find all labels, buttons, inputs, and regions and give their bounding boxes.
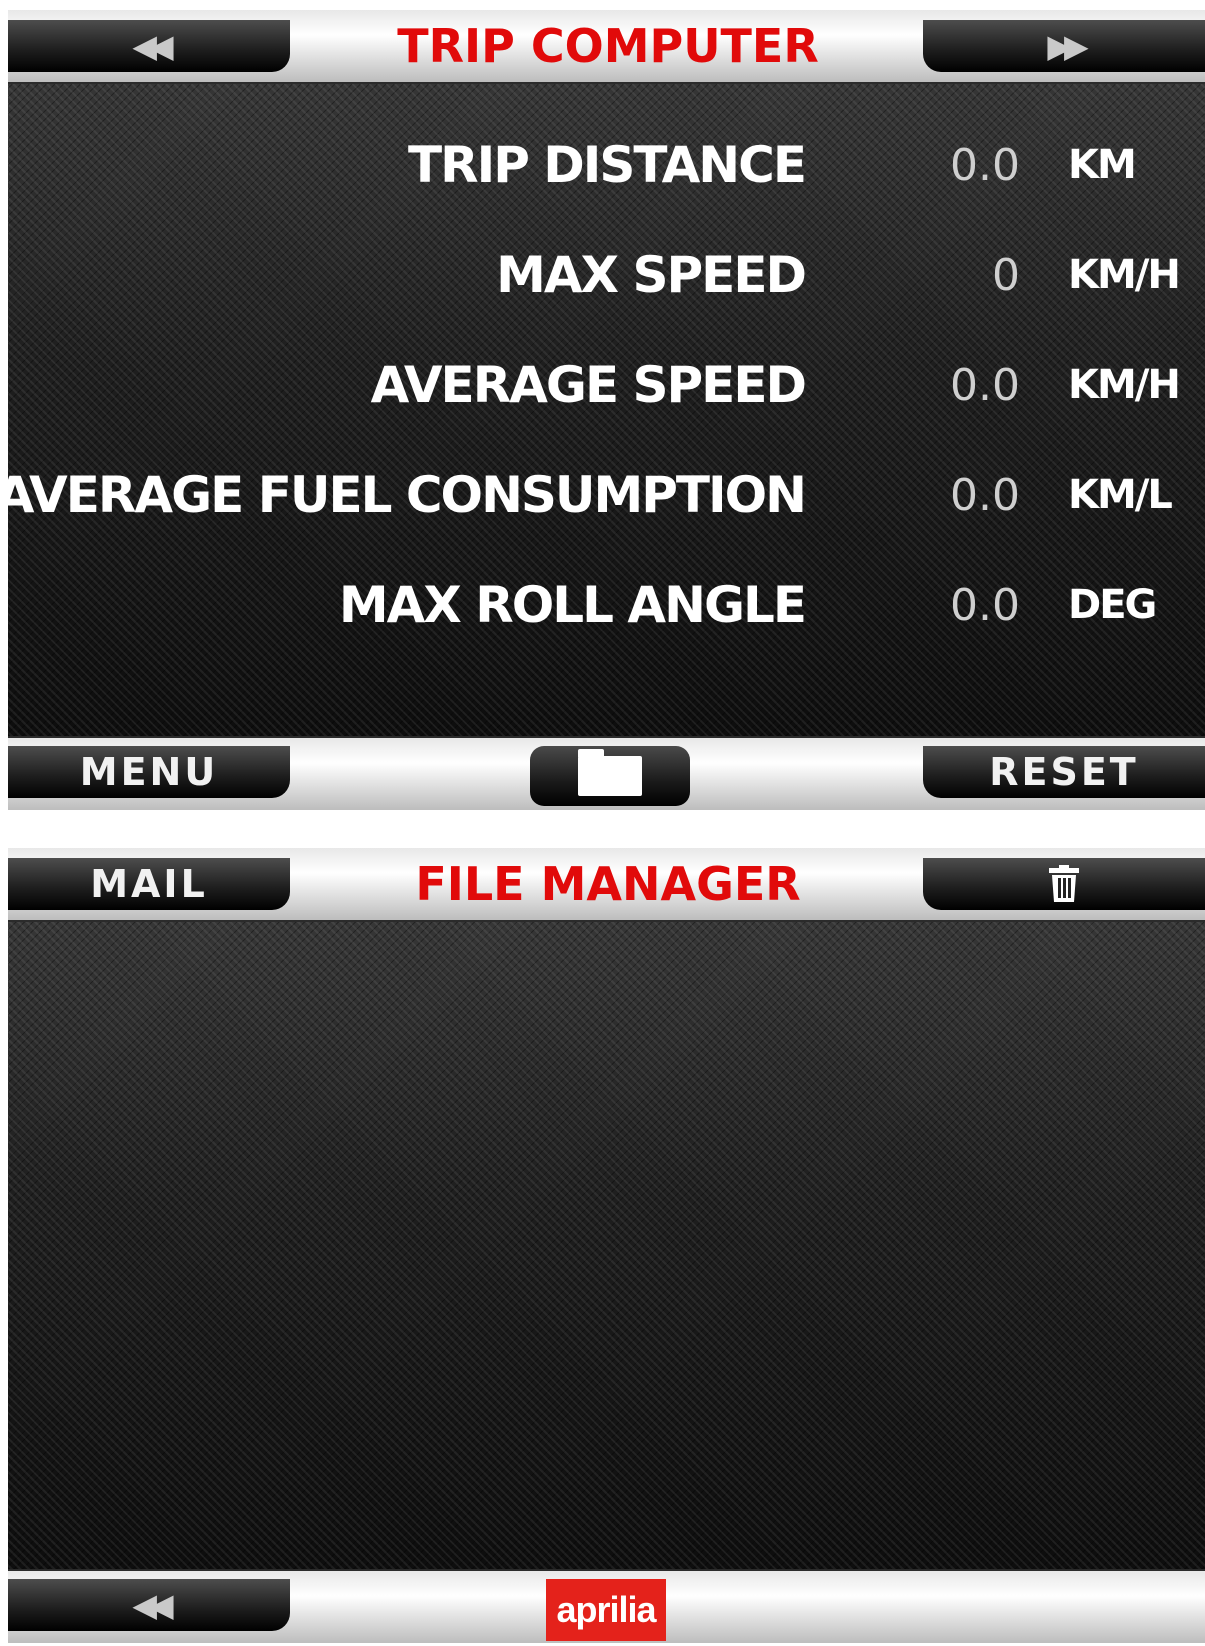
trip-computer-screen: ◀◀ TRIP COMPUTER ▶▶ TRIP DISTANCE 0.0 KM…: [8, 10, 1205, 810]
trip-row-value: 0.0: [950, 579, 1020, 631]
trip-row-value: 0: [992, 249, 1020, 301]
back-button[interactable]: ◀◀: [8, 1579, 290, 1631]
trash-icon: [1049, 865, 1079, 902]
trip-row-label: TRIP DISTANCE: [408, 136, 807, 194]
menu-button-label: MENU: [79, 750, 219, 794]
rewind-icon: ◀◀: [132, 27, 173, 65]
folder-icon: [578, 749, 642, 796]
delete-button[interactable]: [923, 858, 1205, 910]
trip-data-list: TRIP DISTANCE 0.0 KM MAX SPEED 0 KM/H AV…: [8, 110, 1205, 660]
file-list-area[interactable]: [8, 922, 1205, 1567]
trip-row-label: AVERAGE FUEL CONSUMPTION: [8, 466, 807, 524]
reset-button-label: RESET: [989, 750, 1139, 794]
rewind-icon: ◀◀: [132, 1586, 173, 1624]
top-bar: MAIL FILE MANAGER: [8, 848, 1205, 922]
trip-row-label: MAX ROLL ANGLE: [338, 576, 807, 634]
trip-row-unit: DEG: [1068, 582, 1157, 628]
trip-row: TRIP DISTANCE 0.0 KM: [8, 110, 1205, 220]
aprilia-logo: aprilia: [546, 1579, 666, 1641]
bottom-bar: MENU RESET: [8, 736, 1205, 810]
top-bar: ◀◀ TRIP COMPUTER ▶▶: [8, 10, 1205, 84]
trip-row-unit: KM/L: [1068, 472, 1173, 518]
trip-row: AVERAGE FUEL CONSUMPTION 0.0 KM/L: [8, 440, 1205, 550]
trip-row-unit: KM/H: [1068, 362, 1181, 408]
trip-row-value: 0.0: [950, 139, 1020, 191]
trip-row: MAX SPEED 0 KM/H: [8, 220, 1205, 330]
trip-row-value: 0.0: [950, 359, 1020, 411]
page-title: TRIP COMPUTER: [397, 19, 819, 73]
mail-button-label: MAIL: [90, 862, 208, 906]
file-manager-screen: MAIL FILE MANAGER ◀◀ aprilia: [8, 848, 1205, 1643]
menu-button[interactable]: MENU: [8, 746, 290, 798]
trip-row-unit: KM/H: [1068, 252, 1181, 298]
trip-row-label: AVERAGE SPEED: [370, 356, 807, 414]
mail-button[interactable]: MAIL: [8, 858, 290, 910]
file-manager-button[interactable]: [530, 746, 690, 806]
trip-row-value: 0.0: [950, 469, 1020, 521]
reset-button[interactable]: RESET: [923, 746, 1205, 798]
trip-row-unit: KM: [1068, 142, 1137, 188]
fast-forward-icon: ▶▶: [1047, 27, 1088, 65]
trip-row: AVERAGE SPEED 0.0 KM/H: [8, 330, 1205, 440]
trip-row-label: MAX SPEED: [496, 246, 807, 304]
page-title: FILE MANAGER: [415, 857, 801, 911]
next-page-button[interactable]: ▶▶: [923, 20, 1205, 72]
previous-page-button[interactable]: ◀◀: [8, 20, 290, 72]
bottom-bar: ◀◀ aprilia: [8, 1569, 1205, 1643]
trip-row: MAX ROLL ANGLE 0.0 DEG: [8, 550, 1205, 660]
